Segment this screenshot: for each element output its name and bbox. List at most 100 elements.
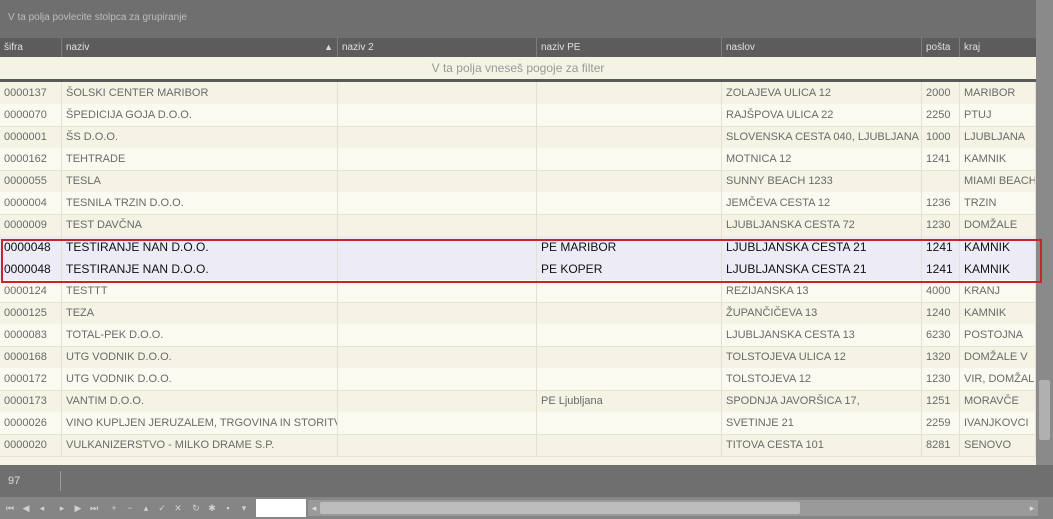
column-header-naziv[interactable]: naziv ▲ <box>62 38 338 57</box>
cell-kraj[interactable]: IVANJKOVCI <box>960 412 1036 434</box>
scroll-left-icon[interactable]: ◂ <box>308 500 320 516</box>
cell-kraj[interactable]: KAMNIK <box>960 236 1036 258</box>
cell-sifra[interactable]: 0000070 <box>0 104 62 126</box>
cell-posta[interactable] <box>922 170 960 192</box>
cell-naziv[interactable]: TESTTT <box>62 280 338 302</box>
cell-naziv-pe[interactable] <box>537 412 722 434</box>
cell-sifra[interactable]: 0000055 <box>0 170 62 192</box>
cell-naslov[interactable]: ŽUPANČIČEVA 13 <box>722 302 922 324</box>
filter-icon[interactable]: ▾ <box>238 502 250 514</box>
horizontal-scrollbar[interactable]: ◂ ▸ <box>308 500 1038 516</box>
page-number-field[interactable] <box>256 499 306 517</box>
column-header-naziv-2[interactable]: naziv 2 <box>338 38 537 57</box>
cell-naziv[interactable]: UTG VODNIK D.O.O. <box>62 346 338 368</box>
cell-naziv-2[interactable] <box>338 214 537 236</box>
cell-sifra[interactable]: 0000048 <box>0 236 62 258</box>
cell-naziv-2[interactable] <box>338 82 537 104</box>
cell-posta[interactable]: 4000 <box>922 280 960 302</box>
cell-sifra[interactable]: 0000001 <box>0 126 62 148</box>
cell-sifra[interactable]: 0000083 <box>0 324 62 346</box>
cell-naziv[interactable]: TEST DAVČNA <box>62 214 338 236</box>
table-row[interactable]: 0000124 TESTTT REZIJANSKA 13 4000 KRANJ <box>0 280 1036 303</box>
delete-record-icon[interactable]: − <box>124 502 136 514</box>
cell-naziv-pe[interactable] <box>537 170 722 192</box>
cell-naslov[interactable]: MOTNICA 12 <box>722 148 922 170</box>
table-row[interactable]: 0000048 TESTIRANJE NAN D.O.O. PE MARIBOR LJ… <box>0 236 1036 259</box>
cell-posta[interactable]: 1241 <box>922 236 960 258</box>
cell-naziv-pe[interactable]: PE KOPER <box>537 258 722 280</box>
cell-naziv[interactable]: VINO KUPLJEN JERUZALEM, TRGOVINA IN STOR… <box>62 412 338 434</box>
cell-posta[interactable]: 8281 <box>922 434 960 456</box>
cell-posta[interactable]: 1240 <box>922 302 960 324</box>
cell-posta[interactable]: 6230 <box>922 324 960 346</box>
table-row[interactable]: 0000048 TESTIRANJE NAN D.O.O. PE KOPER LJUB… <box>0 258 1036 281</box>
cell-posta[interactable]: 2000 <box>922 82 960 104</box>
cell-naslov[interactable]: SVETINJE 21 <box>722 412 922 434</box>
cancel-edit-icon[interactable]: ✕ <box>172 502 184 514</box>
cell-kraj[interactable]: PTUJ <box>960 104 1036 126</box>
last-page-icon[interactable]: ⏭ <box>88 502 100 514</box>
cell-sifra[interactable]: 0000168 <box>0 346 62 368</box>
cell-kraj[interactable]: SENOVO <box>960 434 1036 456</box>
cell-naziv-pe[interactable] <box>537 324 722 346</box>
table-row[interactable]: 0000055 TESLA SUNNY BEACH 1233 MIAMI BEACH <box>0 170 1036 193</box>
table-row[interactable]: 0000083 TOTAL-PEK D.O.O. LJUBLJANSKA CESTA… <box>0 324 1036 347</box>
cell-naslov[interactable]: TITOVA CESTA 101 <box>722 434 922 456</box>
cell-kraj[interactable]: KAMNIK <box>960 258 1036 280</box>
cell-sifra[interactable]: 0000048 <box>0 258 62 280</box>
cell-kraj[interactable]: TRZIN <box>960 192 1036 214</box>
cell-kraj[interactable]: MIAMI BEACH <box>960 170 1036 192</box>
cell-naziv-pe[interactable]: PE MARIBOR <box>537 236 722 258</box>
cell-sifra[interactable]: 0000124 <box>0 280 62 302</box>
cell-naslov[interactable]: LJUBLJANSKA CESTA 21 <box>722 258 922 280</box>
filter-row[interactable]: V ta polja vneseš pogoje za filter <box>0 57 1036 82</box>
bookmark-icon[interactable]: ✱ <box>206 502 218 514</box>
table-row[interactable]: 0000009 TEST DAVČNA LJUBLJANSKA CESTA 72 12… <box>0 214 1036 237</box>
cell-kraj[interactable]: LJUBLJANA <box>960 126 1036 148</box>
cell-posta[interactable]: 1241 <box>922 148 960 170</box>
column-header-naziv-pe[interactable]: naziv PE <box>537 38 722 57</box>
cell-naslov[interactable]: SLOVENSKA CESTA 040, LJUBLJANA <box>722 126 922 148</box>
cell-sifra[interactable]: 0000162 <box>0 148 62 170</box>
cell-naziv-pe[interactable] <box>537 126 722 148</box>
next-page-icon[interactable]: ▶ <box>72 502 84 514</box>
cell-sifra[interactable]: 0000020 <box>0 434 62 456</box>
cell-sifra[interactable]: 0000173 <box>0 390 62 412</box>
previous-page-icon[interactable]: ◀ <box>20 502 32 514</box>
cell-naziv[interactable]: TEZA <box>62 302 338 324</box>
refresh-icon[interactable]: ↻ <box>190 502 202 514</box>
cell-naziv[interactable]: VANTIM D.O.O. <box>62 390 338 412</box>
table-row[interactable]: 0000125 TEZA ŽUPANČIČEVA 13 1240 KAMNIK <box>0 302 1036 325</box>
cell-posta[interactable]: 1320 <box>922 346 960 368</box>
cell-naziv-2[interactable] <box>338 434 537 456</box>
cell-naziv-pe[interactable] <box>537 434 722 456</box>
column-header-sifra[interactable]: šifra <box>0 38 62 57</box>
cell-naslov[interactable]: RAJŠPOVA ULICA 22 <box>722 104 922 126</box>
cell-naziv[interactable]: TESTIRANJE NAN D.O.O. <box>62 258 338 280</box>
cell-kraj[interactable]: DOMŽALE <box>960 214 1036 236</box>
cell-posta[interactable]: 2259 <box>922 412 960 434</box>
horizontal-scrollbar-thumb[interactable] <box>320 502 800 514</box>
cell-kraj[interactable]: MARIBOR <box>960 82 1036 104</box>
cell-naziv-pe[interactable] <box>537 280 722 302</box>
cell-kraj[interactable]: POSTOJNA <box>960 324 1036 346</box>
cell-naziv-2[interactable] <box>338 148 537 170</box>
cell-naslov[interactable]: LJUBLJANSKA CESTA 72 <box>722 214 922 236</box>
cell-naziv-2[interactable] <box>338 324 537 346</box>
table-row[interactable]: 0000001 ŠS D.O.O. SLOVENSKA CESTA 040, LJU… <box>0 126 1036 149</box>
table-row[interactable]: 0000168 UTG VODNIK D.O.O. TOLSTOJEVA ULICA… <box>0 346 1036 369</box>
cell-naslov[interactable]: TOLSTOJEVA 12 <box>722 368 922 390</box>
edit-record-icon[interactable]: ▴ <box>140 502 152 514</box>
cell-posta[interactable]: 1230 <box>922 214 960 236</box>
cell-naslov[interactable]: SUNNY BEACH 1233 <box>722 170 922 192</box>
cell-naziv[interactable]: UTG VODNIK D.O.O. <box>62 368 338 390</box>
cell-posta[interactable]: 1241 <box>922 258 960 280</box>
save-record-icon[interactable]: ✓ <box>156 502 168 514</box>
cell-naziv[interactable]: TEHTRADE <box>62 148 338 170</box>
cell-naziv-2[interactable] <box>338 258 537 280</box>
cell-naziv-pe[interactable] <box>537 104 722 126</box>
table-row[interactable]: 0000173 VANTIM D.O.O. PE Ljubljana SPODNJA … <box>0 390 1036 413</box>
first-page-icon[interactable]: ⏮ <box>4 502 16 514</box>
cell-posta[interactable]: 2250 <box>922 104 960 126</box>
cell-naslov[interactable]: SPODNJA JAVORŠICA 17, <box>722 390 922 412</box>
